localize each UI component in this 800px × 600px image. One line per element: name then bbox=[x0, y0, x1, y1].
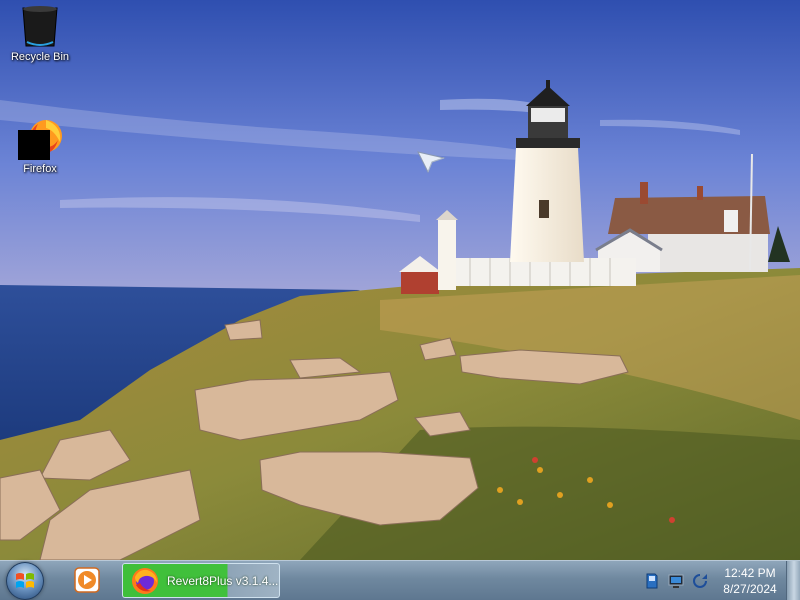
network-icon[interactable] bbox=[644, 573, 660, 589]
desktop-icon-firefox[interactable]: Firefox bbox=[5, 116, 75, 175]
desktop-wallpaper bbox=[0, 0, 800, 560]
system-clock[interactable]: 12:42 PM 8/27/2024 bbox=[716, 565, 784, 597]
recycle-bin-label: Recycle Bin bbox=[10, 51, 70, 63]
show-desktop-button[interactable] bbox=[786, 561, 800, 600]
taskbar: Revert8Plus v3.1.4... 12:42 PM 8/27/2024 bbox=[0, 560, 800, 600]
taskbar-button-title: Revert8Plus v3.1.4... bbox=[167, 574, 279, 588]
clock-date: 8/27/2024 bbox=[723, 582, 777, 596]
recycle-bin-icon bbox=[22, 6, 58, 47]
desktop-icon-recycle-bin[interactable]: Recycle Bin bbox=[5, 4, 75, 63]
windows-start-icon bbox=[16, 573, 34, 588]
firefox-icon bbox=[18, 120, 62, 160]
media-player-icon[interactable] bbox=[74, 567, 100, 593]
clock-time: 12:42 PM bbox=[724, 566, 776, 580]
start-button[interactable] bbox=[6, 562, 44, 600]
mouse-cursor-icon bbox=[417, 151, 446, 174]
sync-icon[interactable] bbox=[692, 573, 708, 589]
firefox-label: Firefox bbox=[23, 163, 57, 175]
firefox-icon bbox=[132, 568, 158, 594]
display-icon[interactable] bbox=[668, 573, 684, 589]
taskbar-button-revert8plus[interactable]: Revert8Plus v3.1.4... bbox=[122, 563, 280, 598]
